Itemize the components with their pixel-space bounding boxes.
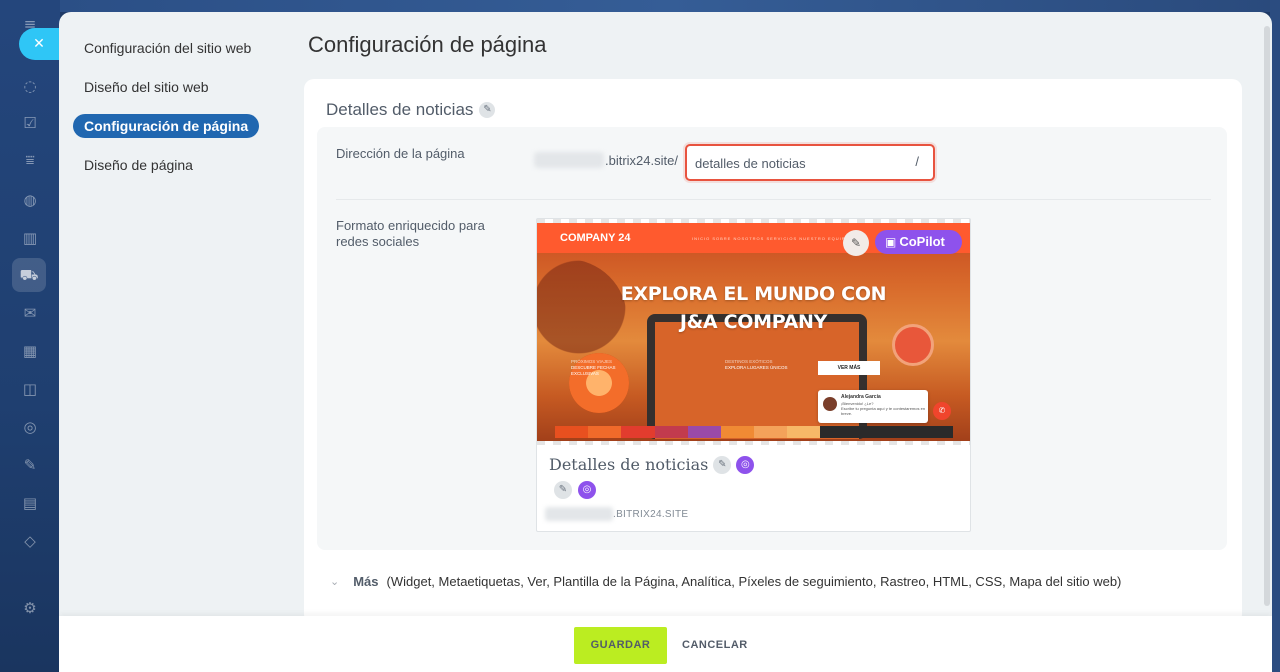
phone-icon: ✆ (933, 402, 951, 420)
address-slash: / (915, 154, 919, 169)
preview-heading-line1: EXPLORA EL MUNDO CON (620, 283, 887, 305)
edit-title-icon[interactable]: ✎ (479, 102, 496, 118)
chat-name: Alejandra García (841, 394, 881, 400)
palette-swatch (754, 426, 788, 438)
calendar-icon[interactable]: ▦ (20, 341, 40, 361)
chevron-down-icon[interactable]: ⌄ (330, 575, 339, 588)
preview-feature2: DESTINOS EXÓTICOS EXPLORA LUGARES ÚNICOS (725, 359, 805, 371)
preview-chat-card: Alejandra García ¡Bienvenido! ¿Le? Escri… (818, 390, 928, 423)
document-icon[interactable]: ▤ (20, 493, 40, 513)
chat-message: Escribe tu pregunta aquí y te contestare… (841, 406, 926, 416)
chat-icon[interactable]: ◌ (20, 76, 40, 96)
cancel-button[interactable]: CANCELAR (682, 627, 748, 664)
preview-heading-line2: J&A COMPANY (679, 311, 828, 333)
close-icon[interactable]: ✕ (33, 36, 45, 52)
palette-swatch (621, 426, 655, 438)
social-preview: COMPANY 24 INICIO SOBRE NOSOTROS SERVICI… (536, 218, 971, 532)
page-address-input[interactable] (695, 154, 905, 172)
preview-title: Detalles de noticias ✎ ◎ (549, 455, 755, 474)
preview-feature1: PRÓXIMOS VIAJES DESCUBRE FECHAS EXCLUSIV… (571, 359, 631, 377)
edit-preview-title-icon[interactable]: ✎ (713, 455, 732, 474)
sidebar-item-page-settings[interactable]: Configuración de página (73, 114, 260, 138)
settings-sidebar: Configuración del sitio web Diseño del s… (59, 12, 304, 192)
app-left-rail: ≡ ◌ ☑ ⩸ ◍ ▥ ⛟ ✉ ▦ ◫ ◎ ✎ ▤ ◇ ⚙ (0, 0, 60, 672)
app-top-bar (60, 0, 1280, 12)
palette-swatch (886, 426, 920, 438)
preview-description: ✎ ◎ (554, 481, 596, 499)
preview-menu: INICIO SOBRE NOSOTROS SERVICIOS NUESTRO … (692, 236, 850, 241)
shop-icon[interactable]: ⛟ (12, 258, 46, 292)
preview-heading: EXPLORA EL MUNDO CON J&A COMPANY (537, 280, 970, 336)
preview-title-text: Detalles de noticias (549, 455, 709, 474)
copilot-image-icon[interactable]: ▣ (885, 235, 896, 249)
chat-text: ¡Bienvenido! ¿Le? Escribe tu pregunta aq… (841, 401, 926, 416)
feature1-title: PRÓXIMOS VIAJES (571, 359, 613, 364)
palette-swatch (820, 426, 854, 438)
sidebar-item-page-design[interactable]: Diseño de página (73, 153, 204, 177)
blurred-url (545, 507, 613, 521)
pencil-icon[interactable]: ✎ (851, 236, 861, 250)
cube-icon[interactable]: ◇ (20, 531, 40, 551)
copilot-label[interactable]: CoPilot (899, 234, 945, 249)
edit-image-button[interactable]: ✎ (843, 230, 869, 256)
more-items: (Widget, Metaetiquetas, Ver, Plantilla d… (386, 574, 1122, 589)
filter-icon[interactable]: ⩸ (20, 150, 40, 170)
palette-swatch (919, 426, 954, 438)
sidebar-item-site-design[interactable]: Diseño del sitio web (73, 75, 220, 99)
more-settings-toggle[interactable]: ⌄ Más (Widget, Metaetiquetas, Ver, Plant… (330, 574, 1121, 589)
avatar (823, 397, 837, 411)
feature2-text: EXPLORA LUGARES ÚNICOS (725, 365, 788, 370)
analytics-icon[interactable]: ▥ (20, 228, 40, 248)
blurred-domain (534, 152, 604, 168)
close-slider-button[interactable]: ✕ (19, 28, 59, 60)
edit-description-icon[interactable]: ✎ (554, 481, 572, 499)
color-palette (555, 426, 954, 438)
settings-fields: Dirección de la página .bitrix24.site/ /… (317, 127, 1227, 550)
palette-swatch (555, 426, 589, 438)
panel-footer: GUARDAR CANCELAR (59, 616, 1272, 672)
preview-url: .BITRIX24.SITE (613, 509, 689, 520)
copilot-button[interactable]: ▣ CoPilot (875, 230, 962, 254)
sign-icon[interactable]: ✎ (20, 455, 40, 475)
robot-icon[interactable]: ◍ (20, 190, 40, 210)
feature2-title: DESTINOS EXÓTICOS (725, 359, 773, 364)
page-address-field[interactable]: / (685, 144, 935, 181)
card-title-text: Detalles de noticias (326, 100, 474, 119)
preview-image: COMPANY 24 INICIO SOBRE NOSOTROS SERVICI… (537, 219, 970, 441)
more-label[interactable]: Más (353, 574, 378, 589)
page-settings-panel: Configuración del sitio web Diseño del s… (59, 12, 1272, 672)
palette-swatch (787, 426, 821, 438)
feature1-text: DESCUBRE FECHAS EXCLUSIVAS (571, 365, 616, 376)
target-icon[interactable]: ◎ (20, 417, 40, 437)
palette-swatch (654, 426, 688, 438)
preview-brand: COMPANY 24 (560, 232, 631, 244)
scrollbar[interactable] (1264, 26, 1270, 606)
social-format-label: Formato enriquecido para redes sociales (336, 218, 485, 249)
preview-ver-mas-button: VER MÁS (818, 361, 880, 375)
palette-swatch (687, 426, 721, 438)
sidebar-item-site-settings[interactable]: Configuración del sitio web (73, 36, 262, 60)
palette-swatch (720, 426, 755, 438)
card-title: Detalles de noticias ✎ (326, 100, 496, 120)
transparency-stripe-bottom (537, 441, 970, 445)
mail-icon[interactable]: ✉ (20, 303, 40, 323)
palette-swatch (588, 426, 622, 438)
domain-suffix: .bitrix24.site/ (605, 153, 678, 168)
page-title: Configuración de página (308, 32, 547, 57)
divider (336, 199, 1211, 200)
settings-icon[interactable]: ⚙ (20, 598, 40, 618)
page-details-card: Detalles de noticias ✎ Dirección de la p… (304, 79, 1242, 624)
address-label: Dirección de la página (336, 146, 465, 161)
database-icon[interactable]: ◫ (20, 379, 40, 399)
copilot-title-icon[interactable]: ◎ (736, 455, 755, 474)
save-button[interactable]: GUARDAR (574, 627, 667, 664)
copilot-description-icon[interactable]: ◎ (578, 481, 596, 499)
tasks-icon[interactable]: ☑ (20, 113, 40, 133)
palette-swatch (853, 426, 887, 438)
